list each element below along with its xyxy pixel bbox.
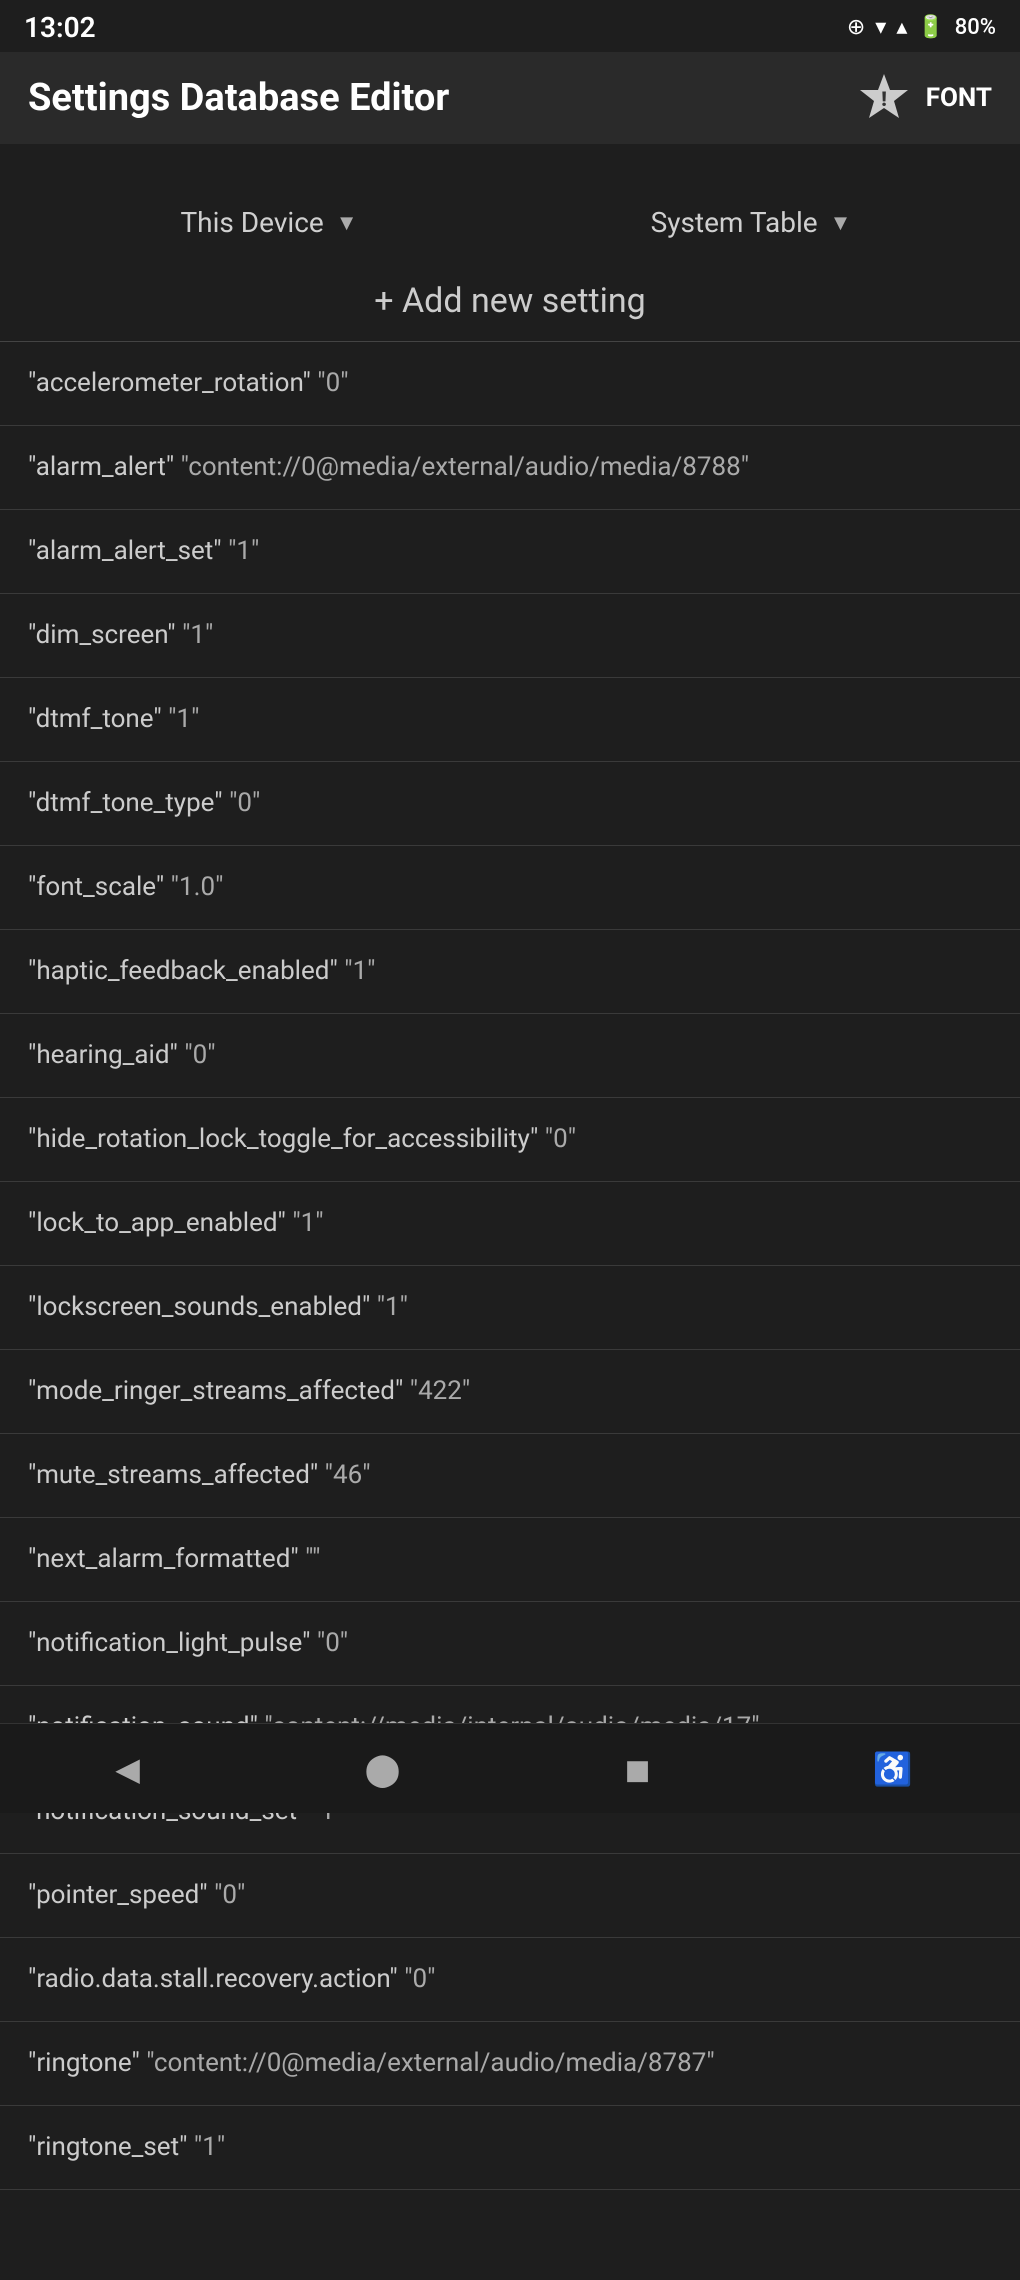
setting-value: "0" — [214, 1880, 245, 1910]
setting-value: "1" — [168, 704, 199, 734]
home-button[interactable]: ⬤ — [255, 1724, 510, 1813]
setting-key: "lock_to_app_enabled" — [28, 1208, 292, 1238]
setting-value: "0" — [229, 788, 260, 818]
setting-key: "ringtone_set" — [28, 2132, 194, 2162]
setting-key: "mode_ringer_streams_affected" — [28, 1376, 410, 1406]
status-bar: 13:02 ⊕ ▾ ▴ 🔋 80% — [0, 0, 1020, 52]
setting-value: "46" — [325, 1460, 371, 1490]
accessibility-button[interactable]: ♿ — [765, 1724, 1020, 1813]
settings-list: "accelerometer_rotation" "0""alarm_alert… — [0, 342, 1020, 2190]
setting-key: "radio.data.stall.recovery.action" — [28, 1964, 404, 1994]
setting-value: "1" — [344, 956, 375, 986]
table-row[interactable]: "hide_rotation_lock_toggle_for_accessibi… — [0, 1098, 1020, 1182]
dropdowns-row: This Device ▼ System Table ▼ — [0, 192, 1020, 253]
table-row[interactable]: "ringtone" "content://0@media/external/a… — [0, 2022, 1020, 2106]
signal-icon: ▴ — [896, 15, 907, 40]
setting-key: "alarm_alert_set" — [28, 536, 228, 566]
setting-value: "content://0@media/external/audio/media/… — [146, 2048, 714, 2078]
back-button[interactable]: ◀ — [0, 1724, 255, 1813]
header-spacer — [0, 144, 1020, 192]
table-row[interactable]: "next_alarm_formatted" "" — [0, 1518, 1020, 1602]
setting-key: "dtmf_tone_type" — [28, 788, 229, 818]
setting-value: "1" — [182, 620, 213, 650]
wifi-icon: ▾ — [875, 15, 886, 40]
add-setting-button[interactable]: + Add new setting — [0, 253, 1020, 342]
table-row[interactable]: "dtmf_tone_type" "0" — [0, 762, 1020, 846]
font-button[interactable]: FONT — [926, 83, 992, 113]
table-row[interactable]: "alarm_alert_set" "1" — [0, 510, 1020, 594]
status-time: 13:02 — [24, 11, 96, 44]
setting-value: "1" — [377, 1292, 408, 1322]
table-row[interactable]: "dim_screen" "1" — [0, 594, 1020, 678]
table-row[interactable]: "mode_ringer_streams_affected" "422" — [0, 1350, 1020, 1434]
setting-value: "1.0" — [171, 872, 224, 902]
table-row[interactable]: "lock_to_app_enabled" "1" — [0, 1182, 1020, 1266]
page-title: Settings Database Editor — [28, 76, 449, 120]
setting-value: "0" — [317, 1628, 348, 1658]
status-icons: ⊕ ▾ ▴ 🔋 80% — [847, 15, 996, 40]
setting-value: "422" — [410, 1376, 471, 1406]
app-header: Settings Database Editor ! FONT — [0, 52, 1020, 144]
nav-bar: ◀ ⬤ ◼ ♿ — [0, 1723, 1020, 1813]
setting-value: "1" — [194, 2132, 225, 2162]
table-dropdown-label: System Table — [651, 206, 818, 239]
sync-icon: ⊕ — [847, 15, 865, 40]
accessibility-icon: ♿ — [873, 1750, 913, 1788]
battery-percent: 80% — [955, 15, 996, 40]
table-row[interactable]: "font_scale" "1.0" — [0, 846, 1020, 930]
table-row[interactable]: "radio.data.stall.recovery.action" "0" — [0, 1938, 1020, 2022]
setting-key: "accelerometer_rotation" — [28, 368, 317, 398]
setting-value: "content://0@media/external/audio/media/… — [181, 452, 749, 482]
back-icon: ◀ — [115, 1750, 140, 1788]
setting-key: "dtmf_tone" — [28, 704, 168, 734]
setting-value: "1" — [292, 1208, 323, 1238]
table-row[interactable]: "dtmf_tone" "1" — [0, 678, 1020, 762]
setting-key: "notification_light_pulse" — [28, 1628, 317, 1658]
table-row[interactable]: "lockscreen_sounds_enabled" "1" — [0, 1266, 1020, 1350]
main-content: This Device ▼ System Table ▼ + Add new s… — [0, 192, 1020, 2280]
setting-key: "pointer_speed" — [28, 1880, 214, 1910]
recent-button[interactable]: ◼ — [510, 1724, 765, 1813]
setting-key: "dim_screen" — [28, 620, 182, 650]
setting-key: "font_scale" — [28, 872, 171, 902]
table-row[interactable]: "alarm_alert" "content://0@media/externa… — [0, 426, 1020, 510]
badge-icon[interactable]: ! — [858, 72, 910, 124]
table-row[interactable]: "mute_streams_affected" "46" — [0, 1434, 1020, 1518]
setting-value: "0" — [317, 368, 348, 398]
setting-value: "0" — [404, 1964, 435, 1994]
setting-key: "alarm_alert" — [28, 452, 181, 482]
table-row[interactable]: "ringtone_set" "1" — [0, 2106, 1020, 2190]
header-actions: ! FONT — [858, 72, 992, 124]
table-dropdown[interactable]: System Table ▼ — [522, 206, 980, 239]
setting-value: "0" — [184, 1040, 215, 1070]
table-row[interactable]: "haptic_feedback_enabled" "1" — [0, 930, 1020, 1014]
home-icon: ⬤ — [365, 1750, 401, 1788]
svg-text:!: ! — [881, 87, 887, 111]
setting-value: "0" — [545, 1124, 576, 1154]
table-row[interactable]: "notification_light_pulse" "0" — [0, 1602, 1020, 1686]
setting-key: "hide_rotation_lock_toggle_for_accessibi… — [28, 1124, 545, 1154]
setting-key: "mute_streams_affected" — [28, 1460, 325, 1490]
recent-icon: ◼ — [624, 1750, 651, 1788]
setting-key: "hearing_aid" — [28, 1040, 184, 1070]
table-dropdown-arrow: ▼ — [830, 210, 852, 236]
table-row[interactable]: "accelerometer_rotation" "0" — [0, 342, 1020, 426]
setting-value: "1" — [228, 536, 259, 566]
setting-key: "haptic_feedback_enabled" — [28, 956, 344, 986]
device-dropdown-arrow: ▼ — [336, 210, 358, 236]
setting-key: "next_alarm_formatted" — [28, 1544, 305, 1574]
table-row[interactable]: "hearing_aid" "0" — [0, 1014, 1020, 1098]
device-dropdown-label: This Device — [180, 206, 323, 239]
setting-value: "" — [305, 1544, 320, 1574]
warning-badge-icon: ! — [858, 72, 910, 124]
setting-key: "lockscreen_sounds_enabled" — [28, 1292, 377, 1322]
table-row[interactable]: "pointer_speed" "0" — [0, 1854, 1020, 1938]
device-dropdown[interactable]: This Device ▼ — [40, 206, 498, 239]
battery-icon: 🔋 — [917, 15, 944, 40]
setting-key: "ringtone" — [28, 2048, 146, 2078]
